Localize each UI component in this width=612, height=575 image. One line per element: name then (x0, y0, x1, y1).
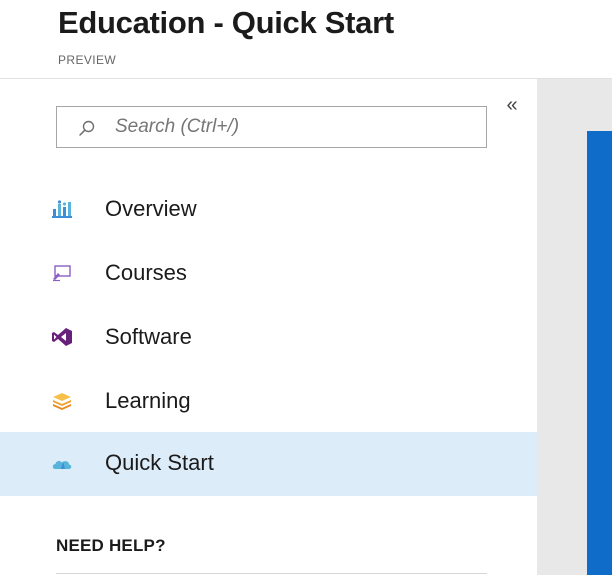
overview-icon (52, 200, 72, 218)
blade-header: Education - Quick Start PREVIEW (0, 0, 612, 79)
sidebar-item-label: Learning (105, 388, 191, 413)
search-icon (79, 120, 95, 136)
visual-studio-icon (52, 328, 72, 346)
sidebar-item-label: Quick Start (105, 450, 214, 475)
portal-page: Education - Quick Start PREVIEW « Search… (0, 0, 612, 575)
content-pane (537, 79, 612, 575)
search-box[interactable] (56, 106, 487, 148)
quick-start-cloud-icon (52, 461, 72, 469)
sidebar-item-label: Software (105, 324, 192, 349)
search-input[interactable] (115, 115, 475, 139)
sidebar-item-software[interactable]: Software (0, 306, 537, 370)
sidebar-item-overview[interactable]: Overview (0, 178, 537, 242)
need-help-heading: NEED HELP? (56, 536, 166, 555)
sidebar-item-label: Overview (105, 196, 197, 221)
collapse-sidebar-button[interactable]: « (502, 94, 522, 118)
sidebar-item-label: Courses (105, 260, 187, 285)
preview-label: PREVIEW (58, 53, 117, 67)
sidebar-item-courses[interactable]: Courses (0, 242, 537, 306)
sidebar-menu: « Overview (0, 79, 537, 575)
section-divider (56, 573, 487, 574)
double-chevron-left-icon: « (506, 94, 518, 116)
sidebar-item-learning[interactable]: Learning (0, 370, 537, 434)
courses-icon (53, 265, 71, 282)
page-title: Education - Quick Start (58, 5, 394, 40)
sidebar-item-quick-start[interactable]: Quick Start (0, 432, 537, 496)
learning-stack-icon (53, 393, 71, 410)
next-blade-edge (587, 131, 612, 575)
